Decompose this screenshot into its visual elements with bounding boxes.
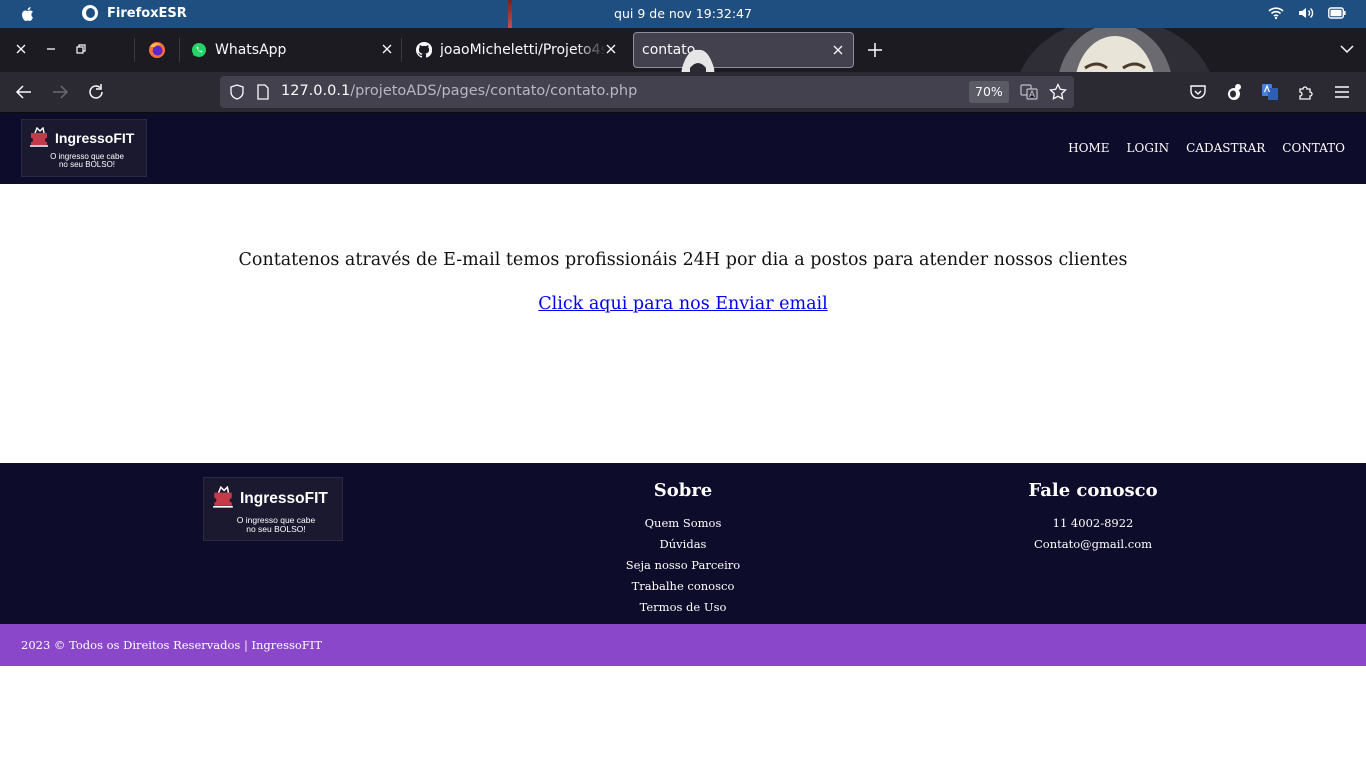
nav-link-home[interactable]: HOME: [1068, 141, 1109, 155]
footer-fale-column: Fale conosco 11 4002-8922 Contato@gmail.…: [993, 480, 1193, 557]
footer-logo[interactable]: IngressoFIT O ingresso que cabe no seu B…: [203, 477, 343, 541]
site-header: IngressoFIT O ingresso que cabe no seu B…: [0, 113, 1366, 184]
zoom-indicator[interactable]: 70%: [969, 81, 1009, 103]
site-logo[interactable]: IngressoFIT O ingresso que cabe no seu B…: [21, 119, 147, 177]
hamburger-menu-icon[interactable]: [1333, 83, 1351, 101]
footer-link-duvidas[interactable]: Dúvidas: [583, 536, 783, 557]
footer-link-quem-somos[interactable]: Quem Somos: [583, 515, 783, 536]
site-nav: HOME LOGIN CADASTRAR CONTATO: [1068, 141, 1345, 155]
translate-icon[interactable]: [1020, 84, 1038, 100]
contact-message: Contatenos através de E-mail temos profi…: [238, 250, 1128, 270]
os-top-bar: FirefoxESR qui 9 de nov 19:32:47: [0, 0, 1366, 28]
tab-title: joaoMicheletti/Projeto4s: [440, 42, 606, 58]
translate-extension-icon[interactable]: [1261, 83, 1279, 101]
page-info-icon[interactable]: [256, 84, 270, 100]
extensions-puzzle-icon[interactable]: [1297, 83, 1315, 101]
email-link-wrapper: Click aqui para nos Enviar email: [0, 294, 1366, 314]
system-tray: [1268, 6, 1346, 20]
back-arrow-icon[interactable]: [15, 83, 33, 101]
url-text[interactable]: 127.0.0.1/projetoADS/pages/contato/conta…: [281, 83, 637, 99]
footer-link-trabalhe[interactable]: Trabalhe conosco: [583, 578, 783, 599]
nav-link-contato[interactable]: CONTATO: [1282, 141, 1345, 155]
gnome-extension-icon[interactable]: [1225, 83, 1243, 101]
site-footer: IngressoFIT O ingresso que cabe no seu B…: [0, 463, 1366, 624]
close-tab-icon[interactable]: [605, 43, 617, 55]
firefox-icon: [148, 42, 165, 58]
reload-icon[interactable]: [87, 83, 105, 101]
tab-whatsapp[interactable]: WhatsApp: [179, 28, 401, 72]
logo-tagline: O ingresso que cabe no seu BOLSO!: [50, 152, 124, 170]
footer-phone: 11 4002-8922: [1052, 516, 1134, 530]
wifi-icon[interactable]: [1268, 6, 1284, 20]
footer-fale-heading: Fale conosco: [1028, 480, 1158, 501]
github-icon: [416, 42, 432, 58]
copyright-bar: 2023 © Todos os Direitos Reservados | In…: [0, 624, 1366, 666]
whatsapp-icon: [192, 43, 206, 57]
battery-icon[interactable]: [1328, 7, 1346, 19]
minimize-window-icon[interactable]: [44, 42, 58, 56]
footer-email[interactable]: Contato@gmail.com: [993, 536, 1193, 557]
url-bar[interactable]: 127.0.0.1/projetoADS/pages/contato/conta…: [220, 76, 1074, 108]
tab-title: WhatsApp: [215, 42, 287, 58]
url-path: /projetoADS/pages/contato/contato.php: [350, 83, 638, 99]
send-email-link[interactable]: Click aqui para nos Enviar email: [538, 294, 827, 314]
nav-link-login[interactable]: LOGIN: [1127, 141, 1170, 155]
pocket-icon[interactable]: [1189, 83, 1207, 101]
close-tab-icon[interactable]: [381, 43, 393, 55]
logo-tagline: O ingresso que cabe no seu BOLSO!: [236, 515, 316, 534]
footer-sobre-heading: Sobre: [653, 480, 713, 501]
tab-pinned-firefox[interactable]: [134, 28, 179, 72]
close-tab-icon[interactable]: [832, 44, 844, 56]
bookmark-star-icon[interactable]: [1049, 83, 1067, 101]
restore-window-icon[interactable]: [74, 42, 88, 56]
footer-link-termos[interactable]: Termos de Uso: [583, 599, 783, 620]
browser-toolbar: 127.0.0.1/projetoADS/pages/contato/conta…: [0, 72, 1366, 113]
logo-brand: IngressoFIT: [55, 130, 135, 146]
chevron-down-icon[interactable]: [1340, 44, 1354, 54]
logo-brand: IngressoFIT: [240, 490, 328, 507]
volume-icon[interactable]: [1298, 6, 1314, 20]
nav-link-cadastrar[interactable]: CADASTRAR: [1186, 141, 1265, 155]
url-host: 127.0.0.1: [281, 83, 351, 99]
footer-sobre-column: Sobre Quem Somos Dúvidas Seja nosso Parc…: [583, 480, 783, 620]
tab-github[interactable]: joaoMicheletti/Projeto4s: [401, 28, 629, 72]
forward-arrow-icon[interactable]: [51, 83, 69, 101]
close-window-icon[interactable]: [14, 42, 28, 56]
ticket-logo-icon: [30, 127, 48, 147]
tab-contato[interactable]: contato: [633, 32, 854, 68]
ticket-logo-icon: [213, 486, 233, 508]
clock[interactable]: qui 9 de nov 19:32:47: [0, 6, 1366, 21]
tracking-shield-icon[interactable]: [229, 84, 245, 100]
new-tab-icon[interactable]: [866, 41, 884, 59]
footer-link-parceiro[interactable]: Seja nosso Parceiro: [583, 557, 783, 578]
